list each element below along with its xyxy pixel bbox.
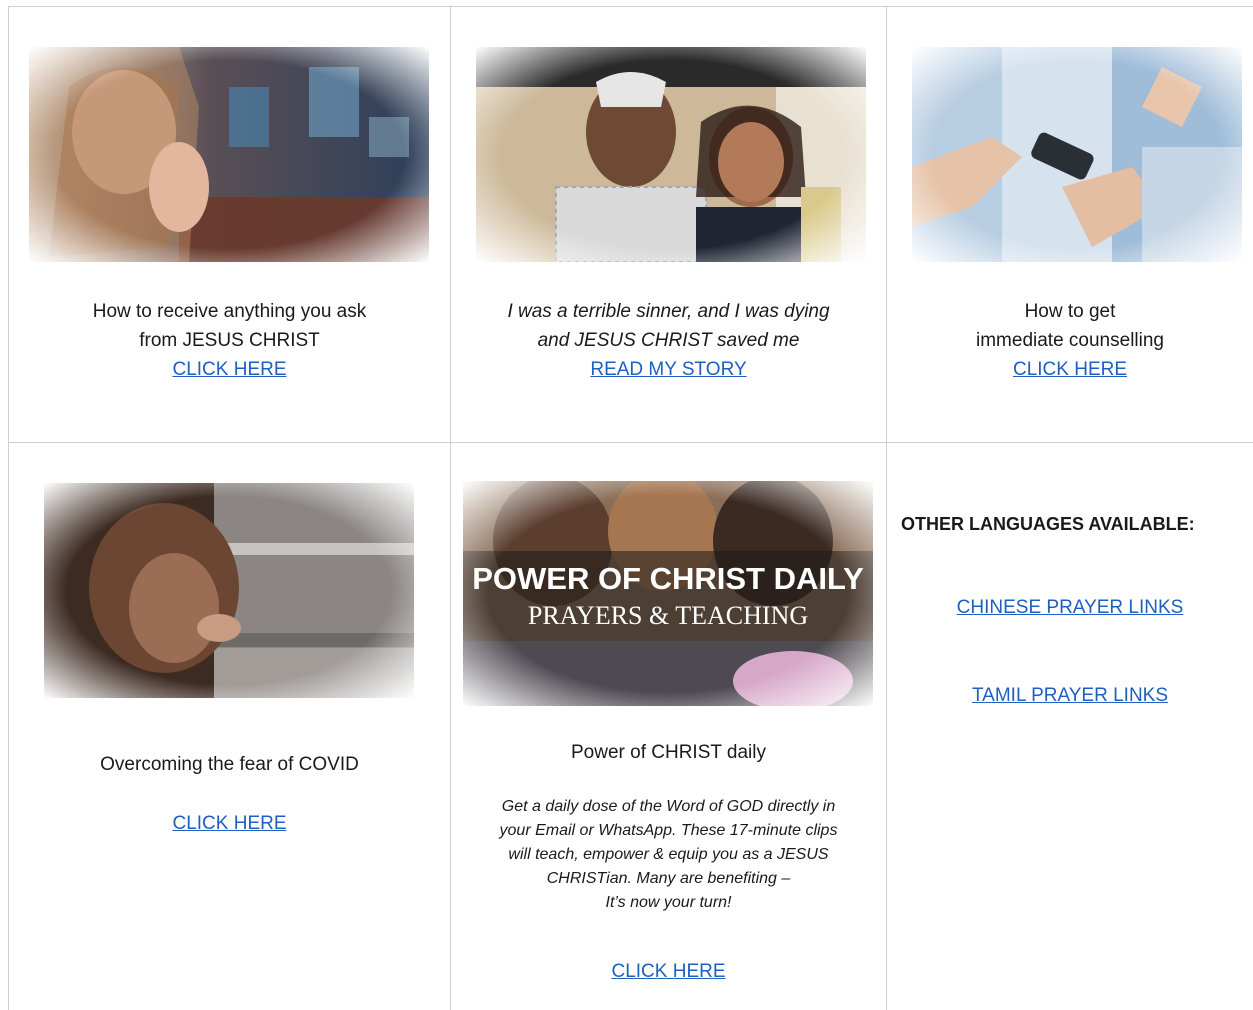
chinese-link-row: CHINESE PRAYER LINKS	[887, 593, 1253, 622]
banner-title: POWER OF CHRIST DAILY	[472, 561, 864, 596]
description-line: will teach, empower & equip you as a JES…	[508, 846, 829, 863]
card-power-of-christ: POWER OF CHRIST DAILY PRAYERS & TEACHING…	[451, 443, 886, 1010]
read-my-story-link[interactable]: READ MY STORY	[590, 359, 746, 380]
click-here-link[interactable]: CLICK HERE	[1013, 359, 1127, 380]
card-title-line: How to get	[1024, 301, 1116, 322]
card-title: I was a terrible sinner, and I was dying…	[451, 297, 886, 384]
content-grid: How to receive anything you ask from JES…	[0, 0, 1253, 1010]
card-title-line: I was a terrible sinner, and I was dying	[507, 301, 830, 322]
tamil-prayer-links[interactable]: TAMIL PRAYER LINKS	[972, 685, 1168, 706]
counselling-image	[912, 47, 1242, 262]
card-title-line: How to receive anything you ask	[92, 301, 367, 322]
click-here-link[interactable]: CLICK HERE	[172, 359, 286, 380]
description-line: Get a daily dose of the Word of GOD dire…	[501, 798, 836, 815]
description-line: your Email or WhatsApp. These 17-minute …	[499, 822, 838, 839]
card-covid: Overcoming the fear of COVID CLICK HERE	[9, 443, 450, 1010]
card-title-line: immediate counselling	[976, 330, 1164, 351]
other-languages-panel: OTHER LANGUAGES AVAILABLE: CHINESE PRAYE…	[887, 443, 1253, 1010]
click-here-link[interactable]: CLICK HERE	[611, 961, 725, 982]
card-title: How to get immediate counselling CLICK H…	[887, 297, 1253, 384]
praying-woman-image	[29, 47, 429, 262]
other-languages-heading: OTHER LANGUAGES AVAILABLE:	[901, 514, 1195, 534]
card-counselling: How to get immediate counselling CLICK H…	[887, 7, 1253, 442]
card-link-row: CLICK HERE	[9, 809, 450, 838]
card-receive-anything: How to receive anything you ask from JES…	[9, 7, 450, 442]
card-title-line: and JESUS CHRIST saved me	[537, 330, 800, 351]
card-title-line: Power of CHRIST daily	[571, 742, 766, 763]
card-description: Get a daily dose of the Word of GOD dire…	[451, 795, 886, 915]
card-title-line: from JESUS CHRIST	[139, 330, 320, 351]
chinese-prayer-links[interactable]: CHINESE PRAYER LINKS	[957, 597, 1184, 618]
card-title: How to receive anything you ask from JES…	[9, 297, 450, 384]
power-of-christ-banner: POWER OF CHRIST DAILY PRAYERS & TEACHING	[463, 481, 873, 706]
description-line: CHRISTian. Many are benefiting –	[546, 870, 791, 887]
click-here-link[interactable]: CLICK HERE	[172, 813, 286, 834]
description-line: It’s now your turn!	[605, 894, 732, 911]
tamil-link-row: TAMIL PRAYER LINKS	[887, 681, 1253, 710]
card-title: Power of CHRIST daily	[451, 738, 886, 767]
card-title-line: Overcoming the fear of COVID	[100, 754, 359, 775]
child-peeking-image	[44, 483, 414, 698]
card-link-row: CLICK HERE	[451, 957, 886, 986]
banner-subtitle: PRAYERS & TEACHING	[528, 601, 808, 630]
card-my-story: I was a terrible sinner, and I was dying…	[451, 7, 886, 442]
couple-photo	[476, 47, 866, 262]
card-title: Overcoming the fear of COVID	[9, 750, 450, 779]
